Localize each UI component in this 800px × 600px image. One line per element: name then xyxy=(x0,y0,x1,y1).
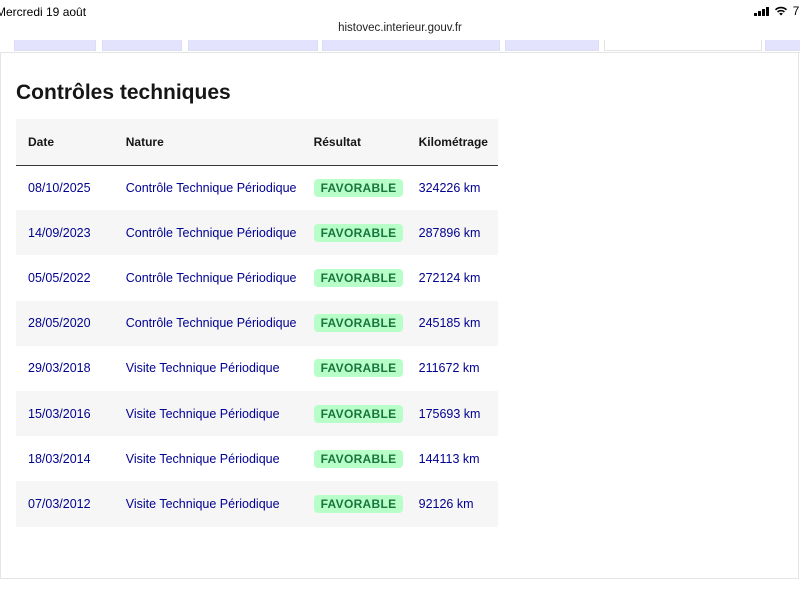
row-mileage: 92126 km xyxy=(418,496,474,511)
row-result: FAVORABLE xyxy=(313,481,419,526)
row-mileage: 272124 km xyxy=(418,270,481,285)
table-row: 28/05/2020 Contrôle Technique Périodique… xyxy=(16,300,498,346)
row-result: FAVORABLE xyxy=(313,391,419,436)
row-date: 08/10/2025 xyxy=(28,180,91,195)
tab-active[interactable] xyxy=(604,40,762,51)
tab-4[interactable] xyxy=(322,40,500,51)
table-row: 07/03/2012 Visite Technique Périodique F… xyxy=(16,481,498,527)
row-mileage: 144113 km xyxy=(418,451,480,466)
status-badge: FAVORABLE xyxy=(313,494,404,513)
column-header-result: Résultat xyxy=(313,134,361,149)
row-nature: Contrôle Technique Périodique xyxy=(125,180,297,195)
status-right: 75 xyxy=(754,4,800,18)
row-mileage: 211672 km xyxy=(418,361,480,376)
tab-1[interactable] xyxy=(14,40,96,51)
row-result: FAVORABLE xyxy=(313,210,419,255)
row-nature: Visite Technique Périodique xyxy=(125,451,280,466)
status-badge: FAVORABLE xyxy=(313,404,404,423)
wifi-icon xyxy=(774,6,787,16)
status-badge: FAVORABLE xyxy=(313,359,404,378)
row-nature: Contrôle Technique Périodique xyxy=(125,270,297,285)
status-badge: FAVORABLE xyxy=(313,223,404,242)
row-nature: Visite Technique Périodique xyxy=(125,361,280,376)
column-header-nature: Nature xyxy=(125,134,164,149)
table-row: 14/09/2023 Contrôle Technique Périodique… xyxy=(16,210,498,256)
row-nature: Visite Technique Périodique xyxy=(125,406,280,421)
tab-7[interactable] xyxy=(765,40,800,51)
status-badge: FAVORABLE xyxy=(313,178,404,197)
status-badge: FAVORABLE xyxy=(313,449,404,468)
status-badge: FAVORABLE xyxy=(313,314,404,333)
row-result: FAVORABLE xyxy=(313,436,419,481)
row-nature: Contrôle Technique Périodique xyxy=(125,225,297,240)
row-result: FAVORABLE xyxy=(313,346,419,391)
table-row: 08/10/2025 Contrôle Technique Périodique… xyxy=(16,165,498,211)
table-row: 05/05/2022 Contrôle Technique Périodique… xyxy=(16,255,498,301)
row-date: 15/03/2016 xyxy=(28,406,91,421)
cellular-signal-icon xyxy=(754,6,769,16)
row-mileage: 287896 km xyxy=(418,225,481,240)
column-header-mileage: Kilométrage xyxy=(418,134,488,149)
tab-3[interactable] xyxy=(188,40,318,51)
page: Mercredi 19 août 75 histovec.interieur.g… xyxy=(0,0,800,600)
row-mileage: 245185 km xyxy=(418,316,481,331)
row-result: FAVORABLE xyxy=(313,165,419,210)
row-result: FAVORABLE xyxy=(313,255,419,300)
row-date: 28/05/2020 xyxy=(28,316,91,331)
tab-2[interactable] xyxy=(102,40,182,51)
row-date: 07/03/2012 xyxy=(28,496,91,511)
status-badge: FAVORABLE xyxy=(313,268,404,287)
column-header-date: Date xyxy=(28,134,55,149)
address-bar[interactable]: histovec.interieur.gouv.fr xyxy=(0,22,800,40)
table-header-row: Date Nature Résultat Kilométrage xyxy=(16,119,498,165)
row-date: 05/05/2022 xyxy=(28,270,91,285)
row-nature: Contrôle Technique Périodique xyxy=(125,316,297,331)
table-row: 15/03/2016 Visite Technique Périodique F… xyxy=(16,390,498,437)
row-date: 29/03/2018 xyxy=(28,361,91,376)
status-bar: Mercredi 19 août 75 xyxy=(0,0,800,22)
battery-level: 75 xyxy=(792,4,800,18)
row-date: 14/09/2023 xyxy=(28,225,91,240)
page-title: Contrôles techniques xyxy=(16,81,231,104)
inspections-table: Date Nature Résultat Kilométrage 08/10/2… xyxy=(16,119,498,527)
tab-5[interactable] xyxy=(505,40,599,51)
row-date: 18/03/2014 xyxy=(28,451,91,466)
table-row: 18/03/2014 Visite Technique Périodique F… xyxy=(16,436,498,482)
row-mileage: 175693 km xyxy=(418,406,481,421)
status-time: Mercredi 19 août xyxy=(0,5,87,19)
row-mileage: 324226 km xyxy=(418,180,481,195)
table-row: 29/03/2018 Visite Technique Périodique F… xyxy=(16,345,498,391)
row-result: FAVORABLE xyxy=(313,301,419,346)
row-nature: Visite Technique Périodique xyxy=(125,496,280,511)
